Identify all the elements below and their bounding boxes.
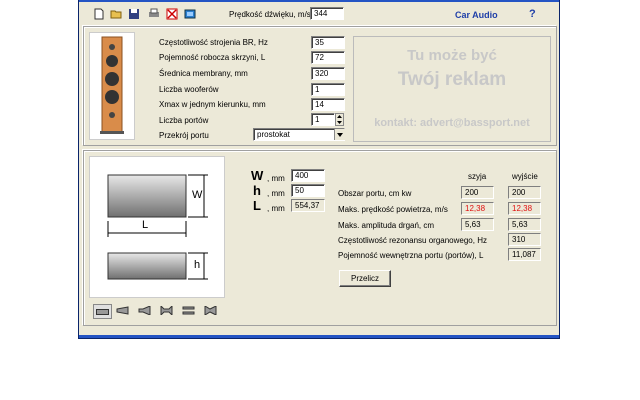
param-label-tuning: Częstotliwość strojenia BR, Hz	[159, 38, 268, 47]
ports-spinner[interactable]	[335, 113, 344, 126]
param-label-ports: Liczba portów	[159, 116, 209, 125]
ad-contact: kontakt: advert@bassport.net	[374, 117, 530, 129]
w-unit: , mm	[267, 174, 285, 183]
diagram-l-label: L	[142, 219, 149, 231]
ad-line-1: Tu może być	[407, 47, 497, 64]
param-input-tuning[interactable]: 35	[311, 36, 345, 49]
ad-line-2: Twój reklam	[397, 69, 507, 90]
calculate-button[interactable]: Przelicz	[339, 270, 391, 287]
result-label-area: Obszar portu, cm kw	[338, 189, 412, 198]
speed-label: Prędkość dźwięku, m/s	[229, 10, 311, 19]
clear-icon[interactable]	[165, 7, 179, 21]
h-unit: , mm	[267, 189, 285, 198]
param-input-woofers[interactable]: 1	[311, 83, 345, 96]
help-button[interactable]: ?	[529, 8, 536, 20]
result-exit-resonance: 310	[508, 233, 541, 246]
result-exit-amplitude: 5,63	[508, 218, 541, 231]
print-icon[interactable]	[147, 7, 161, 21]
w-input[interactable]: 400	[291, 169, 325, 182]
diagram-h-label: h	[194, 259, 201, 271]
col-exit-header: wyjście	[512, 172, 538, 181]
shape-bowtie-icon[interactable]	[202, 304, 219, 317]
speed-input[interactable]: 344	[310, 7, 344, 20]
port-section-label: Przekrój portu	[159, 131, 209, 140]
result-label-resonance: Częstotliwość rezonansu organowego, Hz	[338, 236, 487, 245]
view-icon[interactable]	[183, 7, 197, 21]
new-file-icon[interactable]	[92, 7, 106, 21]
shape-horn-icon[interactable]	[136, 304, 153, 317]
param-input-ports[interactable]: 1	[311, 113, 335, 126]
result-exit-port-volume: 11,087	[508, 248, 541, 261]
result-neck-velocity: 12,38	[461, 202, 494, 215]
shape-rect-icon[interactable]	[93, 304, 112, 319]
param-input-xmax[interactable]: 14	[311, 98, 345, 111]
car-audio-link[interactable]: Car Audio	[455, 10, 498, 20]
chevron-down-icon[interactable]	[334, 129, 345, 140]
param-label-xmax: Xmax w jednym kierunku, mm	[159, 100, 266, 109]
port-diagram: W L h	[89, 156, 225, 298]
param-input-diameter[interactable]: 320	[311, 67, 345, 80]
ad-banner: Tu może być Twój reklam kontakt: advert@…	[353, 36, 551, 142]
l-output: 554,37	[291, 199, 325, 212]
main-window: Prędkość dźwięku, m/s 344 Car Audio ? Cz…	[78, 0, 560, 339]
result-neck-area: 200	[461, 186, 494, 199]
result-neck-amplitude: 5,63	[461, 218, 494, 231]
speaker-image	[89, 32, 135, 140]
result-exit-area: 200	[508, 186, 541, 199]
result-label-port-volume: Pojemność wewnętrzna portu (portów), L	[338, 251, 484, 260]
param-label-woofers: Liczba wooferów	[159, 85, 219, 94]
result-label-amplitude: Maks. amplituda drgań, cm	[338, 221, 435, 230]
result-exit-velocity: 12,38	[508, 202, 541, 215]
h-letter: h	[253, 183, 261, 198]
l-letter: L	[253, 198, 261, 213]
open-folder-icon[interactable]	[109, 7, 123, 21]
save-icon[interactable]	[127, 7, 141, 21]
shape-double-flare-icon[interactable]	[180, 304, 197, 317]
col-neck-header: szyja	[468, 172, 487, 181]
port-section-value: prostokat	[257, 130, 290, 139]
shape-taper-icon[interactable]	[114, 304, 131, 317]
port-section-select[interactable]: prostokat	[253, 128, 345, 141]
w-letter: W	[251, 168, 264, 183]
l-unit: , mm	[267, 204, 285, 213]
result-label-velocity: Maks. prędkość powietrza, m/s	[338, 205, 448, 214]
diagram-w-label: W	[192, 189, 203, 201]
shape-flared-icon[interactable]	[158, 304, 175, 317]
param-label-volume: Pojemność robocza skrzyni, L	[159, 53, 266, 62]
param-input-volume[interactable]: 72	[311, 51, 345, 64]
toolbar: Prędkość dźwięku, m/s 344 Car Audio ?	[79, 4, 559, 24]
param-label-diameter: Średnica membrany, mm	[159, 69, 248, 78]
h-input[interactable]: 50	[291, 184, 325, 197]
